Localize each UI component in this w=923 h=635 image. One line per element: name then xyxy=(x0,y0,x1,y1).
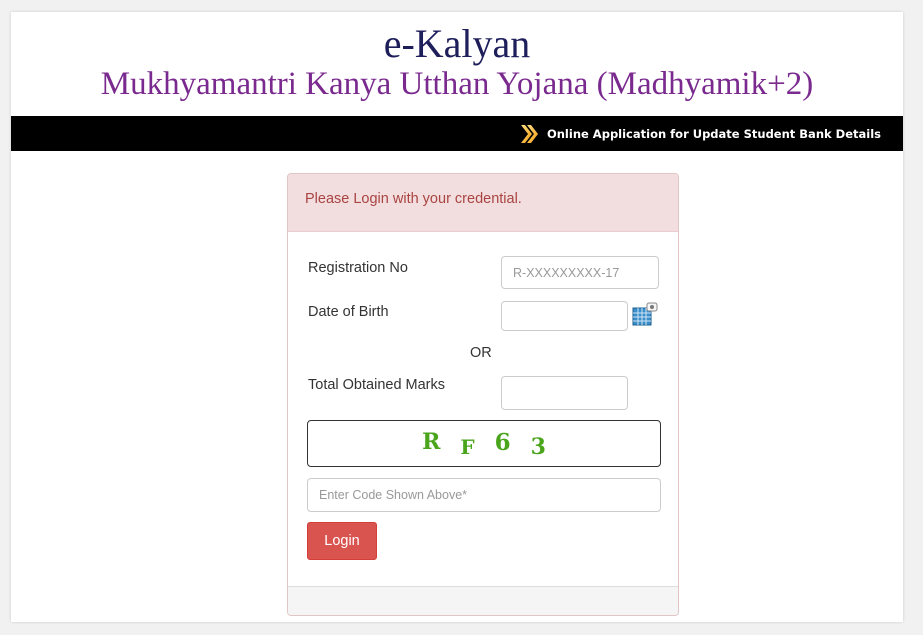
top-nav-bar: Online Application for Update Student Ba… xyxy=(11,116,903,151)
login-panel-footer xyxy=(288,586,678,615)
captcha-char: 6 xyxy=(494,429,511,456)
login-panel-heading: Please Login with your credential. xyxy=(288,174,678,232)
calendar-icon[interactable] xyxy=(632,302,658,328)
captcha-char: F xyxy=(460,434,475,459)
update-bank-details-link[interactable]: Online Application for Update Student Ba… xyxy=(519,116,881,151)
double-arrow-icon xyxy=(519,123,539,145)
captcha-image: R F 6 3 xyxy=(307,420,661,467)
date-of-birth-label: Date of Birth xyxy=(308,304,389,320)
bar-link-label: Online Application for Update Student Ba… xyxy=(546,126,881,141)
registration-no-input[interactable] xyxy=(501,256,659,289)
login-panel: Please Login with your credential. Regis… xyxy=(287,173,679,616)
site-title: e-Kalyan xyxy=(383,21,531,66)
total-marks-input[interactable] xyxy=(501,376,628,410)
scheme-subtitle: Mukhyamantri Kanya Utthan Yojana (Madhya… xyxy=(100,66,814,102)
date-of-birth-input[interactable] xyxy=(501,301,628,331)
captcha-char: R xyxy=(422,428,441,455)
page-container: e-Kalyan Mukhyamantri Kanya Utthan Yojan… xyxy=(11,12,903,622)
captcha-char: 3 xyxy=(530,433,546,460)
or-separator: OR xyxy=(470,345,492,361)
captcha-code-input[interactable] xyxy=(307,478,661,512)
login-button[interactable]: Login xyxy=(307,522,377,560)
total-marks-label: Total Obtained Marks xyxy=(308,377,446,393)
registration-no-label: Registration No xyxy=(308,260,408,276)
